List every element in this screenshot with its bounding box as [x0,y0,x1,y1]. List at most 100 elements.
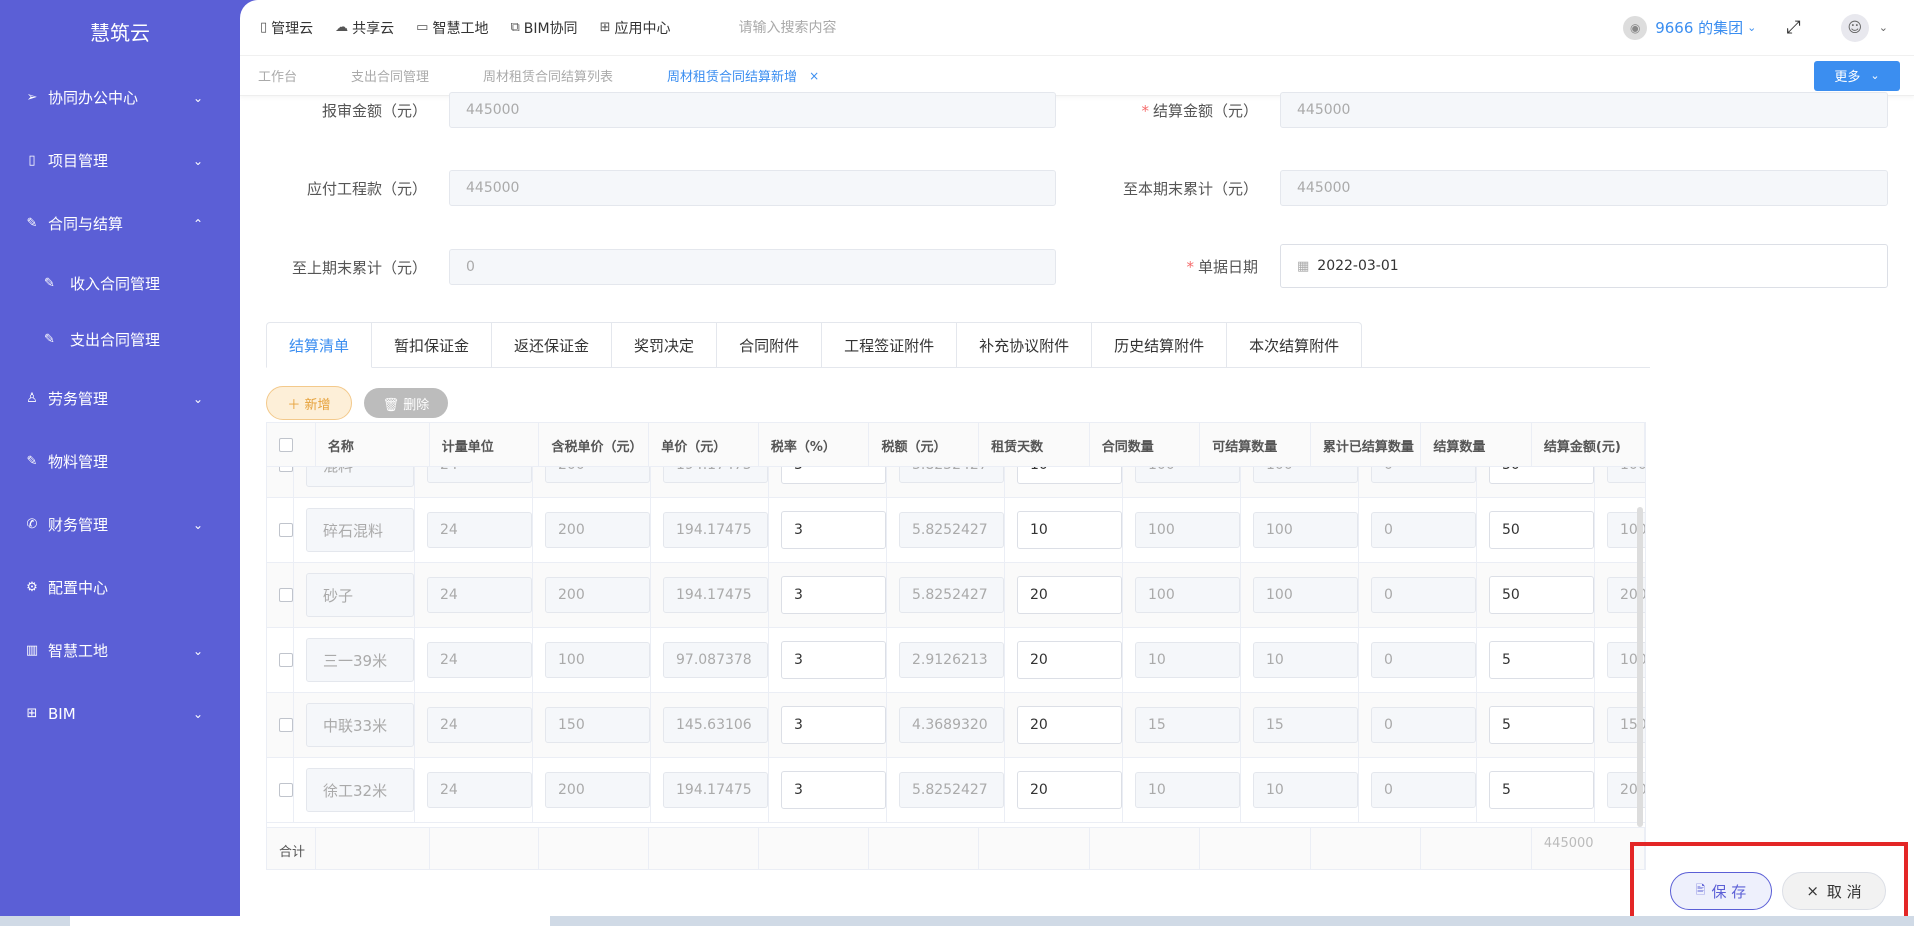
group-switcher[interactable]: 9666 的集团 [1655,17,1743,38]
chevron-down-icon[interactable]: ⌄ [1747,21,1756,34]
cell-readonly: 15 [1135,707,1240,743]
more-button[interactable]: 更多 ⌄ [1814,60,1900,91]
table-cell: 24 [415,563,533,627]
sidebar-item-2[interactable]: ✎ 合同与结算 ⌃ [0,192,240,255]
field-label-text: 应付工程款（元） [306,179,427,198]
page-tab-1[interactable]: 支出合同管理 [351,66,429,85]
cell-input[interactable]: 20 [1017,576,1122,614]
table-cell: 20 [1005,563,1123,627]
tab-1[interactable]: 暂扣保证金 [372,322,493,368]
delete-button[interactable]: 🗑 删除 [364,388,448,418]
tab-4[interactable]: 合同附件 [717,322,823,368]
table-cell: 5.8252427 [887,467,1005,497]
row-checkbox[interactable] [279,467,293,472]
cell-input[interactable]: 5 [1489,641,1594,679]
tab-5[interactable]: 工程签证附件 [822,322,958,368]
select-all-checkbox[interactable] [279,438,293,452]
search-input[interactable] [738,19,939,36]
cell-readonly: 24 [427,577,532,613]
table-cell: 100 [1241,563,1359,627]
date-picker[interactable]: ▦ 2022-03-01 [1280,244,1888,288]
table-cell: 中联33米 [294,693,415,757]
table-cell: 10 [1005,467,1123,497]
cell-input[interactable]: 3 [781,511,886,549]
save-button[interactable]: 🖹 保 存 [1670,872,1772,910]
row-checkbox[interactable] [279,718,293,732]
sidebar-subitem-1[interactable]: ✎ 支出合同管理 [0,311,240,367]
chevron-down-icon[interactable]: ⌄ [1879,21,1888,34]
column-header: 可结算数量 [1200,423,1311,467]
page-tab-0[interactable]: 工作台 [258,66,297,85]
cell-readonly: 10 [1135,772,1240,808]
sidebar-item-4[interactable]: ✎ 物料管理 [0,430,240,493]
chevron-icon: ⌃ [192,216,204,231]
sidebar-subitem-0[interactable]: ✎ 收入合同管理 [0,255,240,311]
cell-input[interactable]: 3 [781,706,886,744]
page-tabs: 工作台 支出合同管理 周材租赁合同结算列表 [258,66,667,85]
sidebar-item-label: BIM [48,704,76,723]
table-cell: 徐工32米 [294,758,415,822]
more-label: 更多 [1834,70,1861,85]
row-select-cell [267,498,294,562]
cell-input[interactable]: 20 [1017,771,1122,809]
sidebar-item-3[interactable]: ♙ 劳务管理 ⌄ [0,367,240,430]
required-mark: * [1186,257,1194,276]
close-icon[interactable]: × [809,69,819,83]
tab-0[interactable]: 结算清单 [266,322,373,368]
cell-input[interactable]: 20 [1017,706,1122,744]
cell-readonly: 200 [545,512,650,548]
cell-input[interactable]: 50 [1489,511,1594,549]
add-button[interactable]: ＋ 新增 [266,386,352,420]
tab-rental-settlement-add[interactable]: 周材租赁合同结算新增 [667,66,797,85]
tab-8[interactable]: 本次结算附件 [1227,322,1363,368]
sidebar-item-1[interactable]: ▯ 项目管理 ⌄ [0,129,240,192]
cell-input[interactable]: 5 [1489,706,1594,744]
field-value: 445000 [1297,180,1351,196]
table-scrollbar[interactable] [1637,467,1643,827]
table-row: 徐工32米24200194.1747535.825242720101005200… [267,758,1645,823]
tab-7[interactable]: 历史结算附件 [1092,322,1228,368]
tab-2[interactable]: 返还保证金 [492,322,613,368]
row-checkbox[interactable] [279,523,293,537]
cell-input[interactable]: 3 [781,467,886,484]
table-cell: 20 [1005,758,1123,822]
topnav-item-3[interactable]: ⧉ BIM协同 [510,18,577,38]
cell-input[interactable]: 3 [781,576,886,614]
cell-input[interactable]: 20 [1017,641,1122,679]
cell-input[interactable]: 5 [1489,771,1594,809]
row-checkbox[interactable] [279,653,293,667]
sidebar-item-7[interactable]: ▥ 智慧工地 ⌄ [0,619,240,682]
form-field-2: 应付工程款（元） 445000 [240,170,1056,206]
field-value: 2022-03-01 [1317,258,1399,274]
topnav-item-0[interactable]: ▯ 管理云 [260,18,313,38]
sidebar-item-5[interactable]: ✆ 财务管理 ⌄ [0,493,240,556]
tab-3[interactable]: 奖罚决定 [612,322,718,368]
cancel-button[interactable]: × 取 消 [1782,872,1886,910]
avatar[interactable]: ☺ [1840,13,1869,42]
cell-input[interactable]: 10 [1017,467,1122,484]
sidebar-item-8[interactable]: ⊞ BIM ⌄ [0,682,240,745]
cell-input[interactable]: 50 [1489,576,1594,614]
cell-input[interactable]: 3 [781,641,886,679]
cell-input[interactable]: 3 [781,771,886,809]
sidebar-item-6[interactable]: ⚙ 配置中心 [0,556,240,619]
row-checkbox[interactable] [279,783,293,797]
field-label: 报审金额（元） [240,100,449,121]
topnav-item-4[interactable]: ⊞ 应用中心 [600,18,671,38]
row-checkbox[interactable] [279,588,293,602]
sidebar-item-0[interactable]: ➢ 协同办公中心 ⌄ [0,66,240,129]
table-cell: 10 [1123,758,1241,822]
cell-input[interactable]: 10 [1017,511,1122,549]
column-header: 结算金额(元) [1532,423,1645,467]
topnav-item-1[interactable]: ☁ 共享云 [335,18,394,38]
scroll-thumb[interactable] [1637,507,1643,827]
sidebar-item-label: 智慧工地 [48,642,109,660]
cell-input[interactable]: 50 [1489,467,1594,484]
tab-6[interactable]: 补充协议附件 [957,322,1093,368]
table-cell: 3 [769,563,887,627]
cell-readonly: 砂子 [306,573,414,617]
cell-readonly: 0 [1371,707,1476,743]
page-tab-2[interactable]: 周材租赁合同结算列表 [483,66,613,85]
topnav-item-2[interactable]: ▭ 智慧工地 [416,18,488,38]
fullscreen-icon[interactable]: ⤢ [1786,17,1800,38]
